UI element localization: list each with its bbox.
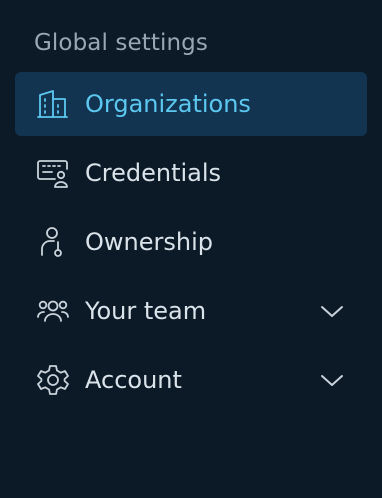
chevron-down-icon[interactable] — [319, 298, 345, 324]
sidebar-item-account[interactable]: Account — [15, 348, 367, 412]
sidebar-item-organizations[interactable]: Organizations — [15, 72, 367, 136]
sidebar-item-label: Organizations — [85, 90, 251, 118]
settings-nav: Organizations Credentials Ownership Your… — [0, 72, 382, 412]
credentials-icon — [35, 155, 71, 191]
ownership-icon — [35, 224, 71, 260]
team-icon — [35, 293, 71, 329]
building-icon — [35, 86, 71, 122]
section-title: Global settings — [34, 30, 208, 56]
sidebar-item-label: Credentials — [85, 159, 222, 187]
sidebar-item-label: Your team — [85, 297, 207, 325]
settings-sidebar: Global settings Organizations Credential… — [0, 0, 382, 498]
sidebar-item-credentials[interactable]: Credentials — [15, 141, 367, 205]
sidebar-item-label: Account — [85, 366, 182, 394]
sidebar-item-ownership[interactable]: Ownership — [15, 210, 367, 274]
gear-icon — [35, 362, 71, 398]
sidebar-item-your-team[interactable]: Your team — [15, 279, 367, 343]
sidebar-item-label: Ownership — [85, 228, 213, 256]
chevron-down-icon[interactable] — [319, 367, 345, 393]
